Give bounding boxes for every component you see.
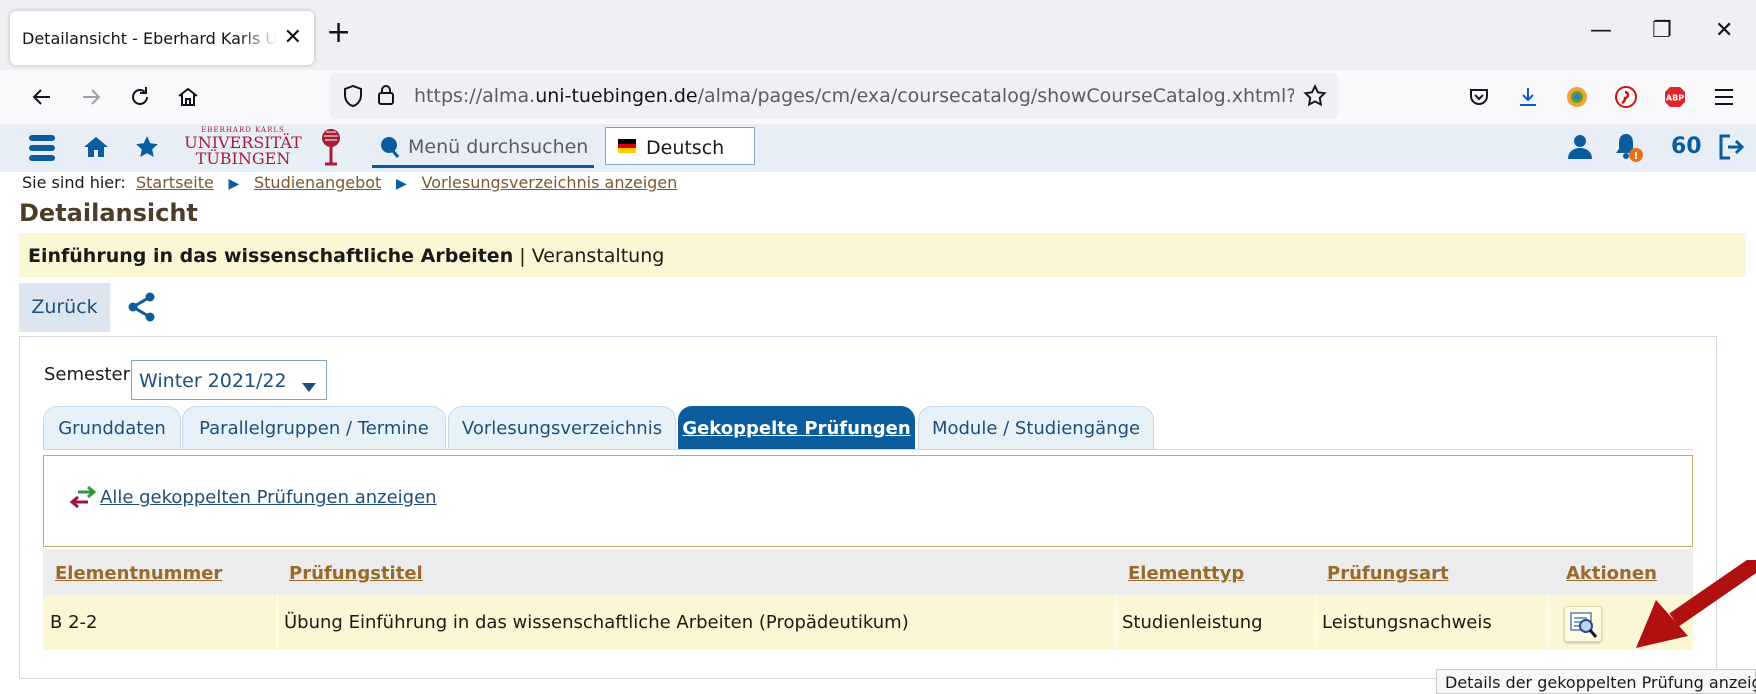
browser-tab-title: Detailansicht - Eberhard Karls Universit… (22, 29, 277, 48)
home-icon[interactable] (83, 135, 109, 163)
bookmark-star-icon[interactable] (1302, 83, 1328, 113)
exam-details-button[interactable] (1564, 606, 1602, 642)
header-elementnummer[interactable]: Elementnummer (55, 563, 222, 584)
linked-exams-box: Alle gekoppelten Prüfungen anzeigen (43, 455, 1693, 547)
course-title: Einführung in das wissenschaftliche Arbe… (28, 245, 514, 267)
language-select[interactable]: Deutsch (605, 127, 755, 165)
breadcrumb-studienangebot[interactable]: Studienangebot (254, 173, 381, 192)
table-row: B 2-2 Übung Einführung in das wissenscha… (43, 595, 1693, 650)
tab-grunddaten[interactable]: Grunddaten (43, 406, 181, 450)
search-icon (380, 136, 400, 162)
swap-arrows-icon (68, 484, 98, 514)
semester-select[interactable]: Winter 2021/22 (131, 360, 327, 400)
download-icon[interactable] (1513, 82, 1543, 112)
browser-tab[interactable]: Detailansicht - Eberhard Karls Universit… (10, 11, 314, 65)
breadcrumb: Sie sind hier: Startseite ▶ Studienangeb… (22, 173, 677, 192)
chevron-down-icon (302, 377, 316, 396)
shield-icon[interactable] (342, 84, 364, 112)
url-bar[interactable]: https://alma.uni-tuebingen.de/alma/pages… (330, 73, 1338, 119)
table-header: Elementnummer Prüfungstitel Elementtyp P… (43, 549, 1693, 595)
title-separator: | (513, 245, 532, 267)
user-icon[interactable] (1567, 133, 1593, 163)
notification-bell-icon[interactable]: ! (1615, 131, 1645, 167)
chevron-right-icon: ▶ (228, 176, 240, 192)
close-window-icon[interactable]: ✕ (1715, 18, 1733, 43)
session-timer: 60 (1671, 134, 1702, 159)
favorites-star-icon[interactable] (134, 134, 160, 164)
back-arrow-icon[interactable] (27, 82, 57, 112)
breadcrumb-label: Sie sind hier: (22, 173, 126, 192)
tooltip: Details der gekoppelten Prüfung anzeigen (1436, 669, 1756, 694)
hamburger-menu-icon[interactable] (1709, 82, 1739, 112)
university-logo[interactable]: EBERHARD KARLS UNIVERSITÄT TÜBINGEN (181, 126, 305, 170)
exams-table: Elementnummer Prüfungstitel Elementtyp P… (43, 549, 1693, 650)
header-pruefungstitel[interactable]: Prüfungstitel (289, 563, 423, 584)
german-flag-icon (618, 139, 636, 153)
pocket-icon[interactable] (1464, 82, 1494, 112)
new-tab-icon[interactable]: + (326, 18, 351, 48)
close-tab-icon[interactable]: ✕ (284, 25, 302, 50)
svg-text:ABP: ABP (1666, 94, 1684, 103)
header-pruefungsart[interactable]: Prüfungsart (1327, 563, 1449, 584)
cell-elementtyp: Studienleistung (1122, 612, 1263, 633)
lock-icon[interactable] (376, 83, 396, 111)
adblock-plus-icon[interactable]: ABP (1660, 82, 1690, 112)
magnifier-details-icon (1570, 611, 1598, 643)
app-header: EBERHARD KARLS UNIVERSITÄT TÜBINGEN Menü… (0, 124, 1756, 172)
reload-icon[interactable] (125, 82, 155, 112)
svg-text:!: ! (1634, 151, 1639, 162)
forward-arrow-icon[interactable] (76, 82, 106, 112)
minimize-icon[interactable]: — (1590, 18, 1612, 43)
palm-tree-logo-icon (318, 128, 344, 172)
course-type: Veranstaltung (531, 245, 665, 267)
cell-pruefungstitel: Übung Einführung in das wissenschaftlich… (284, 612, 909, 633)
globe-extension-icon[interactable] (1562, 82, 1592, 112)
chevron-right-icon: ▶ (396, 176, 407, 192)
tab-vorlesungsverzeichnis[interactable]: Vorlesungsverzeichnis (448, 406, 676, 450)
browser-tabstrip: Detailansicht - Eberhard Karls Universit… (0, 0, 1756, 70)
red-annotation-arrow-icon (1630, 555, 1756, 654)
page-title: Detailansicht (19, 199, 198, 227)
url-text: https://alma.uni-tuebingen.de/alma/pages… (414, 85, 1294, 107)
tab-divider (43, 449, 1693, 450)
show-all-linked-exams-link[interactable]: Alle gekoppelten Prüfungen anzeigen (100, 487, 437, 508)
tab-gekoppelte-pruefungen[interactable]: Gekoppelte Prüfungen (678, 406, 915, 450)
header-elementtyp[interactable]: Elementtyp (1128, 563, 1244, 584)
tab-module-studiengaenge[interactable]: Module / Studiengänge (918, 406, 1154, 450)
browser-navbar: https://alma.uni-tuebingen.de/alma/pages… (0, 70, 1756, 124)
main-menu-icon[interactable] (29, 134, 55, 166)
course-banner: Einführung in das wissenschaftliche Arbe… (19, 233, 1746, 277)
menu-search-input[interactable]: Menü durchsuchen (372, 126, 594, 168)
cell-pruefungsart: Leistungsnachweis (1322, 612, 1492, 633)
logout-icon[interactable] (1718, 133, 1745, 165)
semester-label: Semester (44, 364, 131, 385)
cell-elementnummer: B 2-2 (50, 612, 98, 633)
restore-icon[interactable]: ❐ (1652, 18, 1672, 43)
breadcrumb-vorlesungsverzeichnis[interactable]: Vorlesungsverzeichnis anzeigen (422, 173, 678, 192)
share-icon[interactable] (128, 292, 156, 326)
home-icon[interactable] (173, 82, 203, 112)
quote-extension-icon[interactable] (1611, 82, 1641, 112)
breadcrumb-startseite[interactable]: Startseite (136, 173, 214, 192)
tab-parallelgruppen[interactable]: Parallelgruppen / Termine (182, 406, 446, 450)
back-button[interactable]: Zurück (19, 283, 110, 332)
